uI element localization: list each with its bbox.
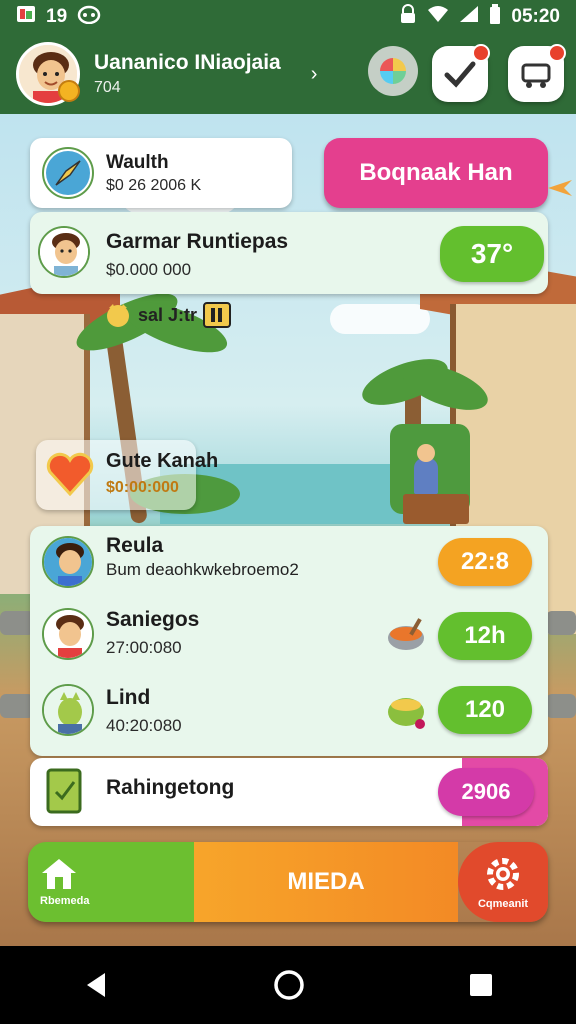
shop-alert-dot [548, 44, 566, 62]
list-item-badge[interactable]: 120 [438, 686, 532, 734]
list-item-subtitle: Bum deaohkwkebroemo2 [106, 560, 299, 579]
pinwheel-icon [380, 58, 406, 84]
list-item-title: Lind [106, 686, 151, 709]
list-item-avatar [42, 536, 94, 588]
list-panel: Reula Bum deaohkwkebroemo2 22:8 Saniegos… [30, 526, 548, 756]
list-item-subtitle: 27:00:080 [106, 638, 182, 657]
gear-icon [487, 858, 519, 890]
clock: 05:20 [511, 6, 560, 27]
nav-home[interactable]: Rbemeda [28, 842, 194, 922]
bottom-nav: Rbemeda MIEDA Cqmeanit [28, 842, 548, 922]
system-navigation-bar [0, 946, 576, 1024]
player-name: Uananico INiaojaia [94, 51, 281, 74]
app-notification-icon [16, 5, 36, 29]
heart-title: Gute Kanah [106, 450, 219, 472]
pot-icon [386, 690, 430, 739]
game-notification-icon [77, 4, 101, 30]
small-status: sal J:tr [104, 302, 232, 328]
nav-settings-label: Cqmeanit [477, 898, 529, 910]
pinwheel-button[interactable] [368, 46, 418, 96]
primary-action-button[interactable]: Boqnaak Han [324, 138, 548, 208]
lock-icon [399, 4, 417, 30]
wealth-card[interactable]: Waulth $0 26 2006 K [30, 138, 292, 208]
profile-avatar [38, 226, 90, 278]
small-status-label: sal J:tr [138, 304, 198, 325]
footer-title: Rahingetong [106, 776, 235, 799]
list-item-subtitle: 40:20:080 [106, 716, 182, 735]
cart-icon [521, 63, 551, 88]
home-circle-icon[interactable] [272, 968, 306, 1002]
chevron-right-icon[interactable]: › [311, 63, 318, 86]
list-item-avatar [42, 608, 94, 660]
list-item[interactable]: Saniegos 27:00:080 [106, 608, 199, 658]
list-item-title: Saniegos [106, 608, 200, 631]
wifi-icon [427, 5, 449, 29]
profile-badge[interactable]: 37° [440, 226, 544, 282]
heart-icon [46, 452, 94, 501]
wealth-value: $0 26 2006 K [106, 176, 202, 194]
soup-bowl-icon [386, 616, 430, 661]
list-item-badge[interactable]: 22:8 [438, 538, 532, 586]
home-icon [42, 859, 76, 889]
list-item[interactable]: Reula Bum deaohkwkebroemo2 [106, 534, 299, 580]
nav-home-label: Rbemeda [40, 895, 90, 907]
list-item[interactable]: Lind 40:20:080 [106, 686, 182, 736]
top-header: Uananico INiaojaia 704 › [0, 34, 576, 114]
footer-card[interactable]: Rahingetong 2906 [30, 758, 548, 826]
list-item-badge[interactable]: 12h [438, 612, 532, 660]
notification-count: 19 [46, 6, 68, 27]
book-icon [44, 766, 88, 821]
player-level: 704 [94, 79, 121, 96]
recents-icon[interactable] [467, 971, 495, 999]
heart-value: $0:00:000 [106, 479, 179, 496]
coin-icon [58, 80, 80, 102]
back-icon[interactable] [81, 970, 111, 1000]
profile-title: Garmar Runtiepas [106, 230, 289, 253]
tasks-alert-dot [472, 44, 490, 62]
profile-value: $0.000 000 [106, 260, 192, 279]
profile-card[interactable]: Garmar Runtiepas $0.000 000 37° [30, 212, 548, 294]
wealth-title: Waulth [106, 151, 169, 173]
status-bar: 19 05:20 [0, 0, 576, 34]
list-item-avatar [42, 684, 94, 736]
checkmark-icon [444, 61, 476, 88]
cat-icon [107, 304, 129, 327]
compass-icon [42, 147, 94, 199]
heart-card[interactable]: Gute Kanah $0:00:000 [36, 440, 218, 510]
footer-badge[interactable]: 2906 [438, 768, 534, 816]
nav-main[interactable]: MIEDA [194, 842, 458, 922]
shop-button[interactable] [508, 44, 566, 102]
battery-icon [489, 4, 501, 30]
signal-icon [459, 5, 479, 29]
bars-icon [203, 302, 232, 328]
character [414, 458, 438, 494]
tasks-button[interactable] [432, 44, 490, 102]
list-item-title: Reula [106, 534, 164, 557]
nav-settings[interactable]: Cqmeanit [458, 842, 548, 922]
reception-desk [403, 494, 469, 524]
star-icon [546, 176, 574, 205]
